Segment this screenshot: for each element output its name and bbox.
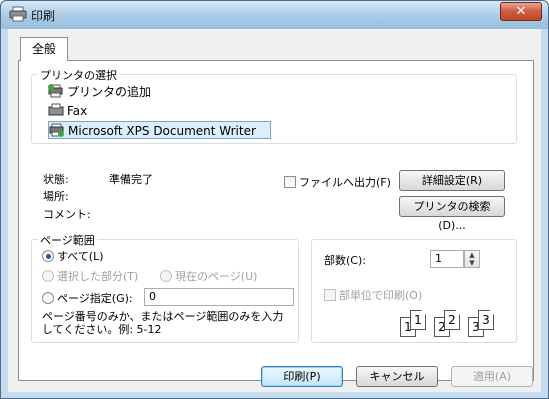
spin-down-icon[interactable]: ▼ <box>465 259 479 267</box>
range-all-radio[interactable]: すべて(L) <box>42 248 104 264</box>
title-bar[interactable]: 印刷 ✕ <box>1 1 548 29</box>
range-pages-label: ページ指定(G): <box>57 292 133 305</box>
collate-page-icon: 2 <box>444 310 460 330</box>
range-all-label: すべて(L) <box>57 250 104 263</box>
printer-item-xps[interactable]: Microsoft XPS Document Writer <box>48 121 271 139</box>
dialog-body: 全般 プリンタの選択 プリンタの追加 Fax Microsoft XPS Doc… <box>8 29 541 392</box>
page-range-group: ページ範囲 すべて(L) 選択した部分(T) 現在のページ(U) ページ指定(G… <box>31 232 299 343</box>
printer-app-icon <box>9 6 27 22</box>
cancel-button[interactable]: キャンセル <box>356 366 438 387</box>
printer-item-label: Microsoft XPS Document Writer <box>68 124 256 138</box>
page-range-input[interactable]: 0 <box>144 288 294 306</box>
comment-label: コメント: <box>43 208 91 221</box>
print-dialog: 印刷 ✕ 全般 プリンタの選択 プリンタの追加 Fax Microsoft XP… <box>0 0 549 399</box>
print-to-file-checkbox[interactable]: ファイルへ出力(F) <box>284 174 391 190</box>
range-pages-radio[interactable]: ページ指定(G): <box>42 290 133 306</box>
copies-spinner[interactable]: ▲ ▼ <box>464 250 480 268</box>
collate-checkbox: 部単位で印刷(O) <box>324 287 422 303</box>
spin-up-icon[interactable]: ▲ <box>465 251 479 259</box>
checkbox-box[interactable] <box>284 176 296 188</box>
copies-group: 部数(C): 1 ▲ ▼ 部単位で印刷(O) 1 1 2 2 3 3 <box>311 239 517 343</box>
add-printer-icon <box>48 84 64 98</box>
print-button[interactable]: 印刷(P) <box>261 366 343 387</box>
page-range-group-label: ページ範囲 <box>38 232 97 248</box>
printer-item-label: Fax <box>67 104 88 118</box>
preferences-button[interactable]: 詳細設定(R) <box>399 170 505 191</box>
status-value: 準備完了 <box>109 173 153 186</box>
find-printer-button[interactable]: プリンタの検索(D)... <box>399 196 505 232</box>
radio-button[interactable] <box>42 292 54 304</box>
print-to-file-label: ファイルへ出力(F) <box>299 176 391 189</box>
checkbox-box <box>324 289 336 301</box>
printer-item-label: プリンタの追加 <box>67 85 152 99</box>
printer-group-label: プリンタの選択 <box>38 67 119 83</box>
printer-item-add[interactable]: プリンタの追加 <box>48 83 151 101</box>
collate-page-icon: 1 <box>410 310 426 330</box>
printer-select-group: プリンタの選択 プリンタの追加 Fax Microsoft XPS Docume… <box>31 67 517 144</box>
range-selection-radio: 選択した部分(T) <box>42 268 138 284</box>
close-icon: ✕ <box>515 4 527 19</box>
collate-label: 部単位で印刷(O) <box>339 289 423 302</box>
tab-panel-general: プリンタの選択 プリンタの追加 Fax Microsoft XPS Docume… <box>18 60 534 381</box>
window-title: 印刷 <box>31 9 56 23</box>
location-label: 場所: <box>43 190 69 203</box>
collate-page-icon: 3 <box>478 310 494 330</box>
printer-item-fax[interactable]: Fax <box>48 102 87 120</box>
close-button[interactable]: ✕ <box>500 2 542 21</box>
copies-input[interactable]: 1 <box>430 250 464 268</box>
range-current-page-label: 現在のページ(U) <box>175 270 258 283</box>
radio-button[interactable] <box>42 250 54 262</box>
copies-label: 部数(C): <box>324 254 366 267</box>
radio-button <box>160 270 172 282</box>
fax-icon <box>48 103 64 117</box>
page-range-hint: ページ番号のみか、またはページ範囲のみを入力してください。例: 5-12 <box>42 310 284 336</box>
status-label: 状態: <box>43 173 69 186</box>
tab-general[interactable]: 全般 <box>20 37 68 61</box>
range-selection-label: 選択した部分(T) <box>57 270 139 283</box>
apply-button: 適用(A) <box>451 366 533 387</box>
radio-button <box>42 270 54 282</box>
printer-icon <box>49 123 65 137</box>
range-current-page-radio: 現在のページ(U) <box>160 268 257 284</box>
